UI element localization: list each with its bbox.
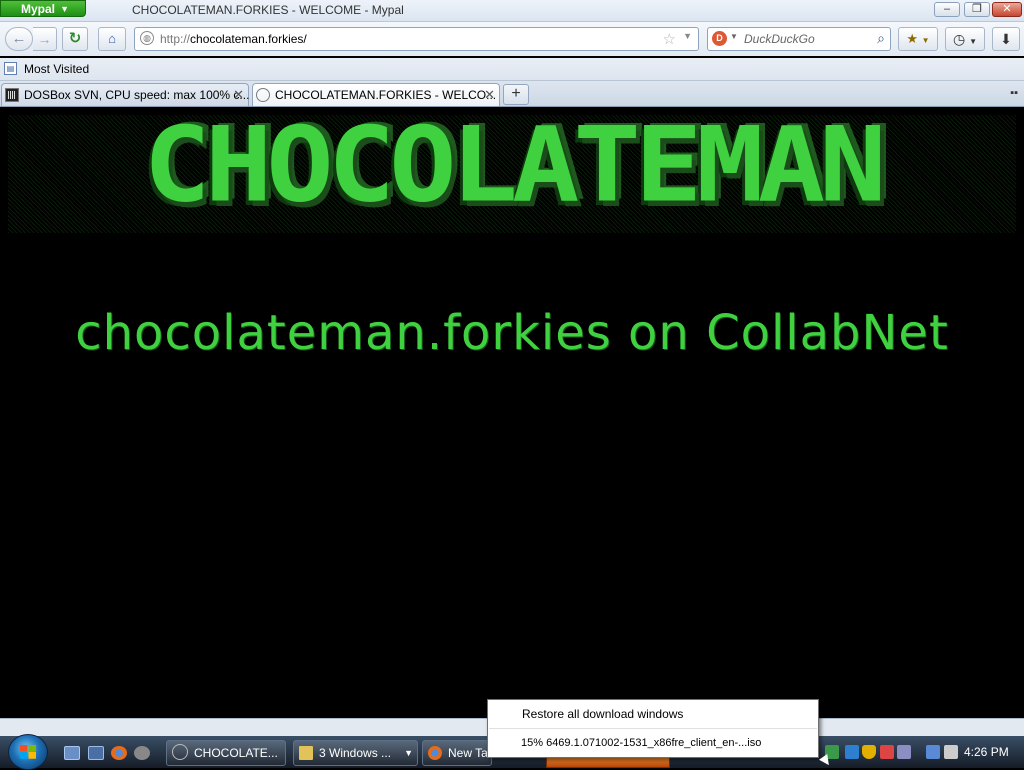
maximize-button[interactable]: ❐	[964, 2, 990, 17]
browser-quicklaunch-icon[interactable]	[111, 746, 127, 760]
navigation-toolbar: ← → ↻ ⌂ ◍ http://chocolateman.forkies/ ☆…	[0, 22, 1024, 56]
app-menu-button[interactable]: Mypal ▼	[0, 0, 86, 17]
taskbar-clock[interactable]: 4:26 PM	[964, 745, 1009, 759]
url-history-dropdown-icon[interactable]: ▼	[683, 31, 692, 41]
search-icon[interactable]: ⌕	[877, 30, 885, 47]
tab-label: CHOCOLATEMAN.FORKIES - WELCO...	[275, 88, 497, 102]
close-window-button[interactable]: ✕	[992, 2, 1022, 17]
app-quicklaunch-icon[interactable]	[134, 746, 150, 760]
tab-bar: DOSBox SVN, CPU speed: max 100% c... ✕ C…	[0, 81, 1024, 107]
taskbar-item-label: CHOCOLATE...	[194, 746, 278, 760]
new-tab-button[interactable]: +	[503, 84, 529, 105]
menu-divider	[489, 728, 817, 729]
search-bar[interactable]: D ▼ DuckDuckGo ⌕	[707, 27, 891, 51]
duckduckgo-icon[interactable]: D	[712, 31, 727, 46]
url-host: chocolateman.forkies/	[190, 32, 307, 46]
globe-icon	[172, 744, 188, 760]
download-popup-menu: Restore all download windows 15% 6469.1.…	[487, 699, 819, 758]
chevron-down-icon: ▼	[404, 748, 413, 758]
web-page-content: CHOCOLATEMAN chocolateman.forkies on Col…	[0, 107, 1024, 718]
globe-favicon-icon	[256, 88, 270, 102]
security-shield-icon[interactable]	[862, 745, 876, 759]
site-banner: CHOCOLATEMAN	[8, 107, 1016, 233]
url-protocol: http://	[160, 32, 191, 46]
update-icon[interactable]	[845, 745, 859, 759]
close-tab-icon[interactable]: ✕	[233, 87, 244, 103]
taskbar-item-chocolateman[interactable]: CHOCOLATE...	[166, 740, 286, 766]
tab-dosbox[interactable]: DOSBox SVN, CPU speed: max 100% c... ✕	[1, 83, 249, 106]
window-title-bar: Mypal ▼ CHOCOLATEMAN.FORKIES - WELCOME -…	[0, 0, 1024, 22]
system-tray: 4:26 PM	[820, 736, 1024, 768]
bookmarks-toolbar: ▤ Most Visited	[0, 58, 1024, 81]
history-menu-button[interactable]: ◷ ▼	[945, 27, 985, 51]
search-engine-dropdown-icon[interactable]: ▼	[730, 32, 738, 41]
forward-button[interactable]: →	[33, 27, 57, 51]
url-text[interactable]: http://chocolateman.forkies/	[160, 32, 307, 46]
switch-windows-icon[interactable]	[88, 746, 104, 760]
tab-label: DOSBox SVN, CPU speed: max 100% c...	[24, 88, 250, 102]
restore-download-windows-item[interactable]: Restore all download windows	[522, 707, 683, 721]
close-tab-icon[interactable]: ✕	[484, 87, 495, 103]
bookmarks-menu-button[interactable]: ★ ▼	[898, 27, 938, 51]
dosbox-favicon-icon	[5, 88, 19, 102]
downloads-button[interactable]: ⬇	[992, 27, 1020, 51]
home-button[interactable]: ⌂	[98, 27, 126, 51]
start-button[interactable]	[8, 734, 48, 770]
taskbar-item-windows-group[interactable]: 3 Windows ... ▼	[293, 740, 418, 766]
page-subtitle: chocolateman.forkies on CollabNet	[75, 305, 949, 361]
bookmark-star-icon[interactable]: ☆	[663, 30, 676, 48]
taskbar-item-label: New Ta	[448, 746, 488, 760]
display-icon[interactable]	[926, 745, 940, 759]
volume-icon[interactable]	[944, 745, 958, 759]
window-title: CHOCOLATEMAN.FORKIES - WELCOME - Mypal	[132, 3, 404, 17]
reload-button[interactable]: ↻	[62, 27, 88, 51]
most-visited-bookmark[interactable]: Most Visited	[24, 62, 89, 76]
taskbar-item-new-tab[interactable]: New Ta	[422, 740, 492, 766]
settings-icon[interactable]	[897, 745, 911, 759]
folder-icon	[299, 746, 313, 760]
banner-title: CHOCOLATEMAN	[143, 107, 886, 226]
site-identity-globe-icon[interactable]: ◍	[140, 31, 154, 45]
search-input[interactable]: DuckDuckGo	[744, 32, 815, 46]
minimize-button[interactable]: –	[934, 2, 960, 17]
app-menu-arrow-icon: ▼	[60, 4, 69, 14]
taskbar-item-label: 3 Windows ...	[319, 746, 392, 760]
app-menu-label: Mypal	[21, 2, 56, 16]
show-desktop-icon[interactable]	[64, 746, 80, 760]
chevron-down-icon: ▼	[969, 37, 978, 46]
tab-chocolateman[interactable]: CHOCOLATEMAN.FORKIES - WELCO... ✕	[252, 83, 500, 106]
browser-icon	[428, 746, 442, 760]
chevron-down-icon: ▼	[921, 36, 930, 45]
clock-icon: ◷	[952, 31, 966, 47]
back-button[interactable]: ←	[5, 27, 33, 51]
bookmarks-icon: ★	[906, 31, 919, 46]
download-arrow-icon: ⬇	[1000, 31, 1012, 47]
download-progress-item[interactable]: 15% 6469.1.071002-1531_x86fre_client_en-…	[521, 737, 761, 749]
java-icon[interactable]	[880, 745, 894, 759]
url-bar[interactable]: ◍ http://chocolateman.forkies/ ☆ ▼	[134, 27, 699, 51]
most-visited-icon[interactable]: ▤	[4, 62, 17, 75]
list-all-tabs-icon[interactable]: ▪▪	[1010, 87, 1018, 99]
